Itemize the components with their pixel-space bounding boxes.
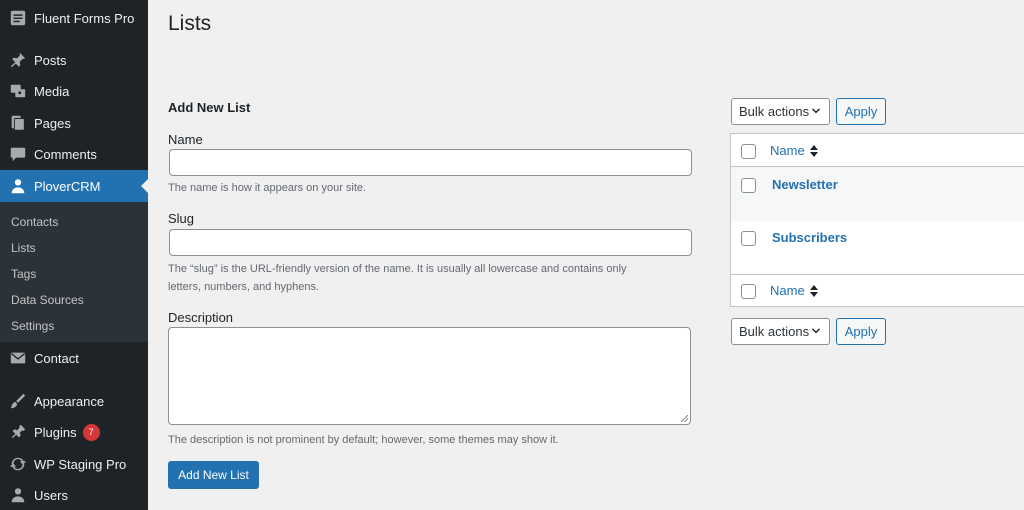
apply-button-bottom[interactable]: Apply: [836, 318, 886, 345]
bulk-actions-select-bottom[interactable]: Bulk actions: [731, 318, 830, 345]
users-icon: [0, 486, 34, 504]
sidebar-item-comments[interactable]: Comments: [0, 138, 148, 170]
slug-input[interactable]: [169, 229, 692, 256]
sidebar-item-label: Plugins: [34, 424, 77, 440]
sidebar-item-fluent-forms[interactable]: Fluent Forms Pro: [0, 2, 148, 34]
sidebar-item-posts[interactable]: Posts: [0, 44, 148, 76]
comments-icon: [0, 145, 34, 163]
chevron-down-icon: [812, 328, 820, 334]
description-label: Description: [168, 310, 234, 325]
submenu-item-data-sources[interactable]: Data Sources: [11, 293, 84, 307]
lists-table: Name Newsletter Subscribers Name: [730, 133, 1024, 307]
sidebar-item-label: WP Staging Pro: [34, 456, 127, 472]
sidebar-item-pages[interactable]: Pages: [0, 107, 148, 139]
slug-help-line-1: The “slug” is the URL-friendly version o…: [168, 263, 627, 275]
name-column-header[interactable]: Name: [770, 143, 818, 158]
name-label: Name: [168, 132, 203, 147]
user-icon: [0, 177, 34, 195]
table-row: Newsletter: [731, 167, 1024, 221]
sidebar-item-label: Fluent Forms Pro: [34, 10, 135, 26]
admin-sidebar: Fluent Forms Pro Posts Media Pages Comme…: [0, 0, 148, 510]
slug-help-text: The “slug” is the URL-friendly version o…: [168, 260, 688, 296]
submenu-item-lists[interactable]: Lists: [11, 241, 36, 255]
bulk-actions-selected-value: Bulk actions: [739, 324, 810, 339]
name-column-label: Name: [770, 143, 805, 158]
bulk-actions-select-top[interactable]: Bulk actions: [731, 98, 830, 125]
select-all-checkbox[interactable]: [741, 144, 756, 159]
sidebar-item-label: Media: [34, 83, 70, 99]
name-help-text: The name is how it appears on your site.: [168, 182, 367, 194]
sidebar-item-label: PloverCRM: [34, 178, 101, 194]
sidebar-item-label: Contact: [34, 350, 79, 366]
sidebar-item-media[interactable]: Media: [0, 75, 148, 107]
description-textarea[interactable]: [168, 327, 691, 425]
table-footer-row: Name: [731, 274, 1024, 307]
sidebar-item-label: Appearance: [34, 393, 105, 409]
media-icon: [0, 82, 34, 100]
description-help-text: The description is not prominent by defa…: [168, 434, 559, 446]
sidebar-item-appearance[interactable]: Appearance: [0, 385, 148, 417]
bulk-actions-selected-value: Bulk actions: [739, 104, 810, 119]
list-name-link[interactable]: Newsletter: [772, 177, 838, 192]
sidebar-item-label: Comments: [34, 146, 97, 162]
resize-handle-icon[interactable]: [681, 415, 688, 422]
envelope-icon: [0, 349, 34, 367]
row-checkbox[interactable]: [741, 178, 756, 193]
sync-icon: [0, 455, 34, 473]
pages-icon: [0, 114, 34, 132]
slug-label: Slug: [168, 211, 195, 226]
apply-button-top[interactable]: Apply: [836, 98, 886, 125]
add-new-list-heading: Add New List: [168, 100, 251, 115]
sidebar-item-users[interactable]: Users: [0, 479, 148, 510]
sidebar-item-plovercrm[interactable]: PloverCRM: [0, 170, 148, 202]
chevron-down-icon: [812, 108, 820, 114]
add-new-list-button[interactable]: Add New List: [168, 461, 259, 489]
sidebar-item-label: Posts: [34, 52, 67, 68]
row-checkbox[interactable]: [741, 231, 756, 246]
sidebar-item-label: Users: [34, 487, 68, 503]
name-input[interactable]: [169, 149, 692, 176]
forms-icon: [0, 9, 34, 27]
plugins-update-badge: 7: [82, 423, 100, 441]
submenu-item-contacts[interactable]: Contacts: [11, 215, 58, 229]
sort-icon: [809, 284, 818, 297]
page-title: Lists: [168, 12, 212, 35]
sort-icon: [809, 144, 818, 157]
sidebar-item-wp-staging[interactable]: WP Staging Pro: [0, 448, 148, 480]
brush-icon: [0, 392, 34, 410]
sidebar-item-contact[interactable]: Contact: [0, 342, 148, 374]
plugin-icon: [0, 423, 34, 441]
pin-icon: [0, 51, 34, 69]
select-all-checkbox-footer[interactable]: [741, 284, 756, 299]
table-row: Subscribers: [731, 221, 1024, 274]
submenu-item-tags[interactable]: Tags: [11, 267, 36, 281]
slug-help-line-2: letters, numbers, and hyphens.: [168, 281, 320, 293]
plovercrm-submenu: Contacts Lists Tags Data Sources Setting…: [0, 202, 148, 342]
table-header-row: Name: [731, 134, 1024, 167]
name-column-label: Name: [770, 283, 805, 298]
name-column-footer[interactable]: Name: [770, 283, 818, 298]
list-name-link[interactable]: Subscribers: [772, 230, 847, 245]
sidebar-item-label: Pages: [34, 115, 71, 131]
submenu-item-settings[interactable]: Settings: [11, 319, 54, 333]
sidebar-item-plugins[interactable]: Plugins 7: [0, 416, 148, 448]
